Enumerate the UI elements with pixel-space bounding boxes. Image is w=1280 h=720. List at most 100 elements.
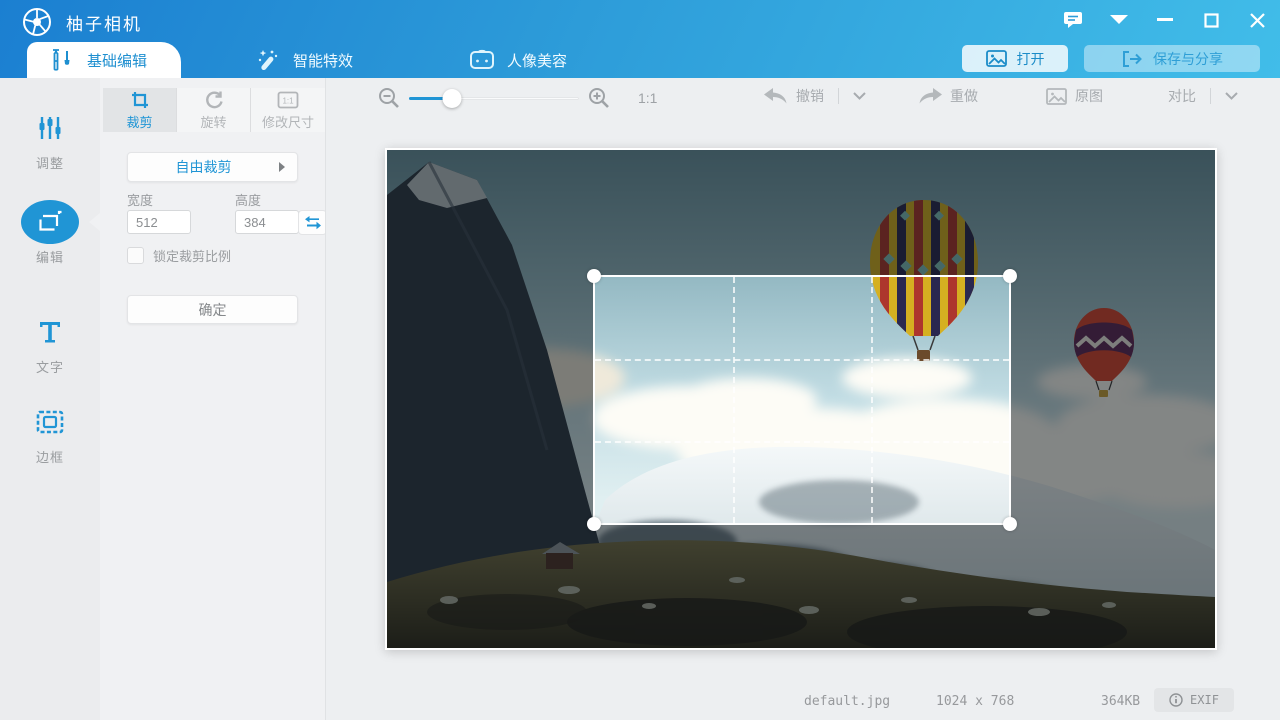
main-nav-tabs: 基础编辑 智能特效 人像美容 [0,42,601,78]
info-icon [1169,693,1183,707]
resize-ratio-glyph: 1:1 [282,96,294,105]
tab-basic-edit[interactable]: 基础编辑 [27,42,181,78]
original-label: 原图 [1075,86,1103,106]
compare-label[interactable]: 对比 [1168,86,1196,106]
crop-handle-top-left[interactable] [587,269,601,283]
sidebar-item-edit[interactable]: 编辑 [0,200,100,266]
crop-preset-label: 自由裁剪 [128,157,279,177]
export-icon [1121,50,1143,68]
statusbar: default.jpg 1024 x 768 364KB EXIF [326,682,1280,720]
sliders-icon [0,106,100,150]
tools-icon [49,48,75,72]
open-button[interactable]: 打开 [962,45,1068,72]
undo-icon[interactable] [764,88,788,105]
redo-icon[interactable] [918,88,942,105]
status-filesize: 364KB [1101,694,1140,709]
zoom-slider[interactable] [409,97,579,100]
titlebar: 柚子相机 [0,0,1280,42]
divider [838,88,839,104]
exif-button[interactable]: EXIF [1154,688,1234,712]
zoom-out-icon[interactable] [378,87,400,114]
crop-handle-bottom-right[interactable] [1003,517,1017,531]
sidebar-item-label: 文字 [0,357,100,376]
crop-box[interactable] [593,275,1011,525]
undo-label[interactable]: 撤销 [796,86,824,106]
original-group[interactable]: 原图 [1046,86,1103,106]
sidebar-item-text[interactable]: 文字 [0,310,100,376]
panel-tab-label: 旋转 [200,112,226,131]
sidebar-item-label: 调整 [0,153,100,172]
lock-ratio-label: 锁定裁剪比例 [153,246,231,265]
redo-group: 重做 [918,86,978,106]
feedback-icon[interactable] [1050,0,1096,40]
chevron-down-icon[interactable] [1225,92,1238,100]
sidebar-item-label: 边框 [0,447,100,466]
panel-tab-resize[interactable]: 1:1 修改尺寸 [251,88,325,132]
crop-icon [130,90,150,110]
skin-menu-icon[interactable] [1096,0,1142,40]
face-icon [469,49,495,71]
header: 柚子相机 [0,0,1280,78]
crop-grid-line [871,277,873,523]
close-icon[interactable] [1234,0,1280,40]
redo-label[interactable]: 重做 [950,86,978,106]
canvas-card [385,148,1217,650]
undo-group: 撤销 [764,86,866,106]
swap-arrows-icon [305,216,321,230]
sidebar-item-adjust[interactable]: 调整 [0,106,100,172]
zoom-slider-thumb[interactable] [442,89,461,108]
zoom-ratio-label: 1:1 [638,90,657,106]
status-filename: default.jpg [804,694,890,709]
tab-smart-effects[interactable]: 智能特效 [233,42,387,78]
exif-label: EXIF [1190,693,1219,707]
status-dimensions: 1024 x 768 [936,694,1014,709]
crop-grid-line [595,359,1009,361]
text-T-icon [0,310,100,354]
header-actions: 打开 保存与分享 [962,45,1260,72]
zoom-in-icon[interactable] [588,87,610,114]
panel-tab-label: 裁剪 [126,112,152,131]
swap-dimensions-button[interactable] [298,210,327,235]
panel-notch [89,213,100,231]
chevron-down-icon[interactable] [853,92,866,100]
window-controls [1050,0,1280,40]
frame-stamp-icon [0,400,100,444]
tab-label: 基础编辑 [87,50,147,71]
tab-label: 智能特效 [293,50,353,71]
sidebar-item-border[interactable]: 边框 [0,400,100,466]
panel-tabs: 裁剪 旋转 1:1 修改尺寸 [103,88,325,132]
app-logo-aperture-icon [22,7,52,37]
panel-tab-crop[interactable]: 裁剪 [103,88,177,132]
triangle-right-icon [279,162,285,172]
lock-ratio-checkbox[interactable] [127,247,144,264]
save-share-label: 保存与分享 [1153,49,1223,69]
resize-icon: 1:1 [277,90,299,110]
crop-handle-top-right[interactable] [1003,269,1017,283]
tab-label: 人像美容 [507,50,567,71]
panel-tab-rotate[interactable]: 旋转 [177,88,251,132]
height-input[interactable] [235,210,299,234]
lock-ratio-row: 锁定裁剪比例 [127,246,231,265]
magic-wand-icon [255,47,281,73]
photo-canvas[interactable] [387,150,1215,648]
canvas-toolbar: 1:1 撤销 重做 原图 对比 [326,78,1280,120]
tab-portrait-beauty[interactable]: 人像美容 [447,42,601,78]
save-share-button[interactable]: 保存与分享 [1084,45,1260,72]
main-area: 1:1 撤销 重做 原图 对比 [325,78,1280,720]
crop-grid-line [733,277,735,523]
rotate-icon [204,90,224,110]
width-input[interactable] [127,210,191,234]
minimize-icon[interactable] [1142,0,1188,40]
app-title: 柚子相机 [66,10,142,35]
panel-tab-label: 修改尺寸 [262,112,314,131]
image-icon [986,50,1007,67]
confirm-button[interactable]: 确定 [127,295,298,324]
original-image-icon [1046,88,1067,105]
compare-group: 对比 [1168,86,1238,106]
crop-frames-icon [36,210,64,234]
crop-preset-dropdown[interactable]: 自由裁剪 [127,152,298,182]
sidebar-item-label: 编辑 [0,247,100,266]
crop-handle-bottom-left[interactable] [587,517,601,531]
maximize-icon[interactable] [1188,0,1234,40]
crop-grid-line [595,441,1009,443]
